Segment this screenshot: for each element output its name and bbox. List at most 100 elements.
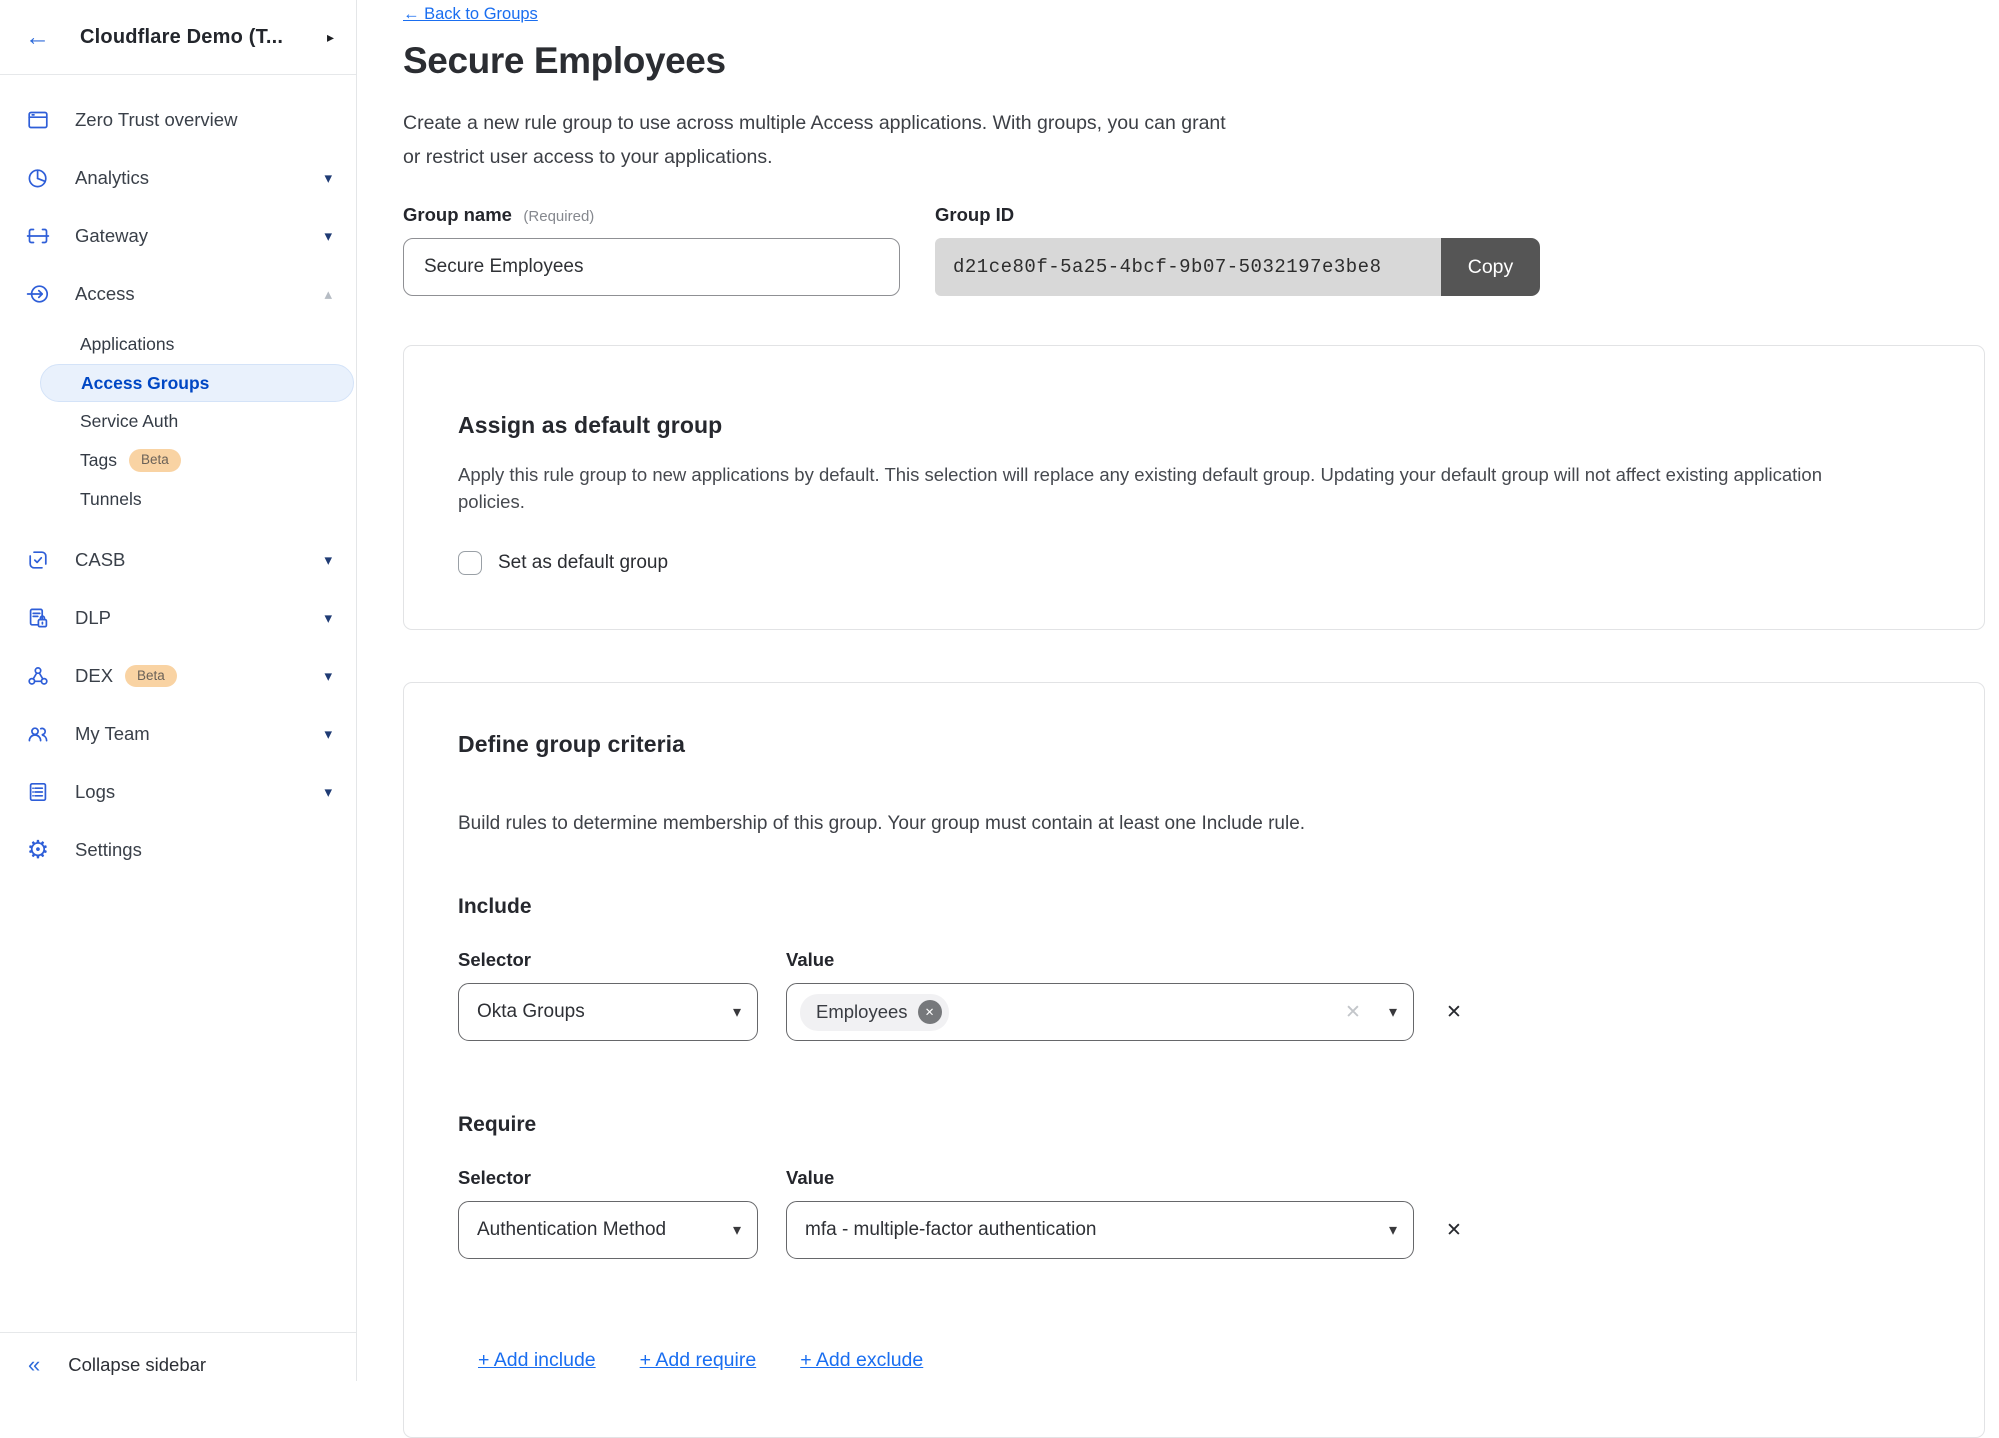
network-nodes-icon xyxy=(25,664,51,688)
sidebar-item-label: Zero Trust overview xyxy=(75,109,237,131)
chevron-down-icon[interactable]: ▾ xyxy=(324,611,332,626)
chevron-down-icon[interactable]: ▾ xyxy=(324,669,332,684)
access-icon xyxy=(25,282,51,306)
sidebar: ← Cloudflare Demo (T... ▸ Zero Trust ove… xyxy=(0,0,357,1381)
add-require-link[interactable]: + Add require xyxy=(640,1349,757,1372)
sidebar-item-label: Access Groups xyxy=(81,373,209,394)
sidebar-item-dlp[interactable]: DLP ▾ xyxy=(0,589,356,647)
gateway-icon xyxy=(25,224,51,248)
value-tag-label: Employees xyxy=(816,1001,908,1023)
collapse-sidebar-icon: « xyxy=(28,1354,40,1376)
pie-chart-icon xyxy=(25,166,51,190)
value-label: Value xyxy=(786,1167,834,1189)
sidebar-item-dex[interactable]: DEX Beta ▾ xyxy=(0,647,356,705)
sidebar-item-access[interactable]: Access ▴ xyxy=(0,265,356,323)
sidebar-item-label: Settings xyxy=(75,839,142,861)
sidebar-item-zero-trust-overview[interactable]: Zero Trust overview xyxy=(0,91,356,149)
add-include-link[interactable]: + Add include xyxy=(478,1349,596,1372)
clear-values-icon[interactable]: ✕ xyxy=(1345,1001,1361,1024)
sidebar-item-tunnels[interactable]: Tunnels xyxy=(0,480,356,519)
page-title: Secure Employees xyxy=(403,40,1985,82)
window-icon xyxy=(25,108,51,132)
chevron-down-icon[interactable]: ▾ xyxy=(324,727,332,742)
page-description-line: or restrict user access to your applicat… xyxy=(403,140,1985,174)
sidebar-item-label: Gateway xyxy=(75,225,148,247)
checkbox-unchecked-icon[interactable] xyxy=(458,551,482,575)
beta-badge: Beta xyxy=(129,449,181,472)
set-default-group-checkbox-row[interactable]: Set as default group xyxy=(458,551,668,575)
add-rule-links: + Add include + Add require + Add exclud… xyxy=(478,1349,1929,1372)
back-to-groups-link[interactable]: ← Back to Groups xyxy=(403,5,538,24)
chevron-down-icon: ▾ xyxy=(1389,1220,1397,1240)
require-selector-dropdown[interactable]: Authentication Method ▾ xyxy=(458,1201,758,1259)
sidebar-item-label: Analytics xyxy=(75,167,149,189)
group-id-text: d21ce80f-5a25-4bcf-9b07-5032197e3be8 xyxy=(953,256,1381,278)
account-name: Cloudflare Demo (T... xyxy=(80,26,327,49)
selected-option: Authentication Method xyxy=(477,1219,666,1241)
require-value-dropdown[interactable]: mfa - multiple-factor authentication ▾ xyxy=(786,1201,1414,1259)
required-hint: (Required) xyxy=(523,208,594,225)
sidebar-item-label: Logs xyxy=(75,781,115,803)
chevron-down-icon: ▾ xyxy=(733,1220,741,1240)
require-rule-row: Authentication Method ▾ mfa - multiple-f… xyxy=(458,1201,1929,1259)
gear-icon: ⚙ xyxy=(25,838,51,862)
remove-tag-icon[interactable]: ✕ xyxy=(918,1000,942,1024)
sidebar-item-settings[interactable]: ⚙ Settings xyxy=(0,821,356,879)
sidebar-item-label: My Team xyxy=(75,723,150,745)
add-exclude-link[interactable]: + Add exclude xyxy=(800,1349,923,1372)
include-rule-row: Okta Groups ▾ Employees ✕ ✕ ▾ ✕ xyxy=(458,983,1929,1041)
include-value-multiselect[interactable]: Employees ✕ ✕ ▾ xyxy=(786,983,1414,1041)
checkbox-label: Set as default group xyxy=(498,552,668,574)
sidebar-item-analytics[interactable]: Analytics ▾ xyxy=(0,149,356,207)
collapse-sidebar-button[interactable]: « Collapse sidebar xyxy=(0,1332,356,1381)
casb-icon xyxy=(25,548,51,572)
sidebar-item-applications[interactable]: Applications xyxy=(0,325,356,364)
include-labels-row: Selector Value xyxy=(458,949,1929,971)
sidebar-item-access-groups[interactable]: Access Groups xyxy=(40,364,354,402)
sidebar-header: ← Cloudflare Demo (T... ▸ xyxy=(0,0,356,75)
sidebar-item-label: Tags xyxy=(80,450,117,471)
sidebar-item-casb[interactable]: CASB ▾ xyxy=(0,531,356,589)
card-title: Define group criteria xyxy=(458,731,1929,758)
chevron-down-icon: ▾ xyxy=(733,1002,741,1022)
sidebar-item-service-auth[interactable]: Service Auth xyxy=(0,402,356,441)
beta-badge: Beta xyxy=(125,665,177,688)
expand-account-icon[interactable]: ▸ xyxy=(327,29,334,46)
sidebar-item-logs[interactable]: Logs ▾ xyxy=(0,763,356,821)
chevron-up-icon[interactable]: ▴ xyxy=(324,287,332,302)
sidebar-item-label: Applications xyxy=(80,334,174,355)
sidebar-item-tags[interactable]: Tags Beta xyxy=(0,441,356,480)
collapse-sidebar-label: Collapse sidebar xyxy=(68,1354,206,1376)
selected-option: mfa - multiple-factor authentication xyxy=(805,1219,1096,1241)
sidebar-item-gateway[interactable]: Gateway ▾ xyxy=(0,207,356,265)
chevron-down-icon[interactable]: ▾ xyxy=(324,785,332,800)
group-name-label: Group name xyxy=(403,204,512,225)
card-description: Apply this rule group to new application… xyxy=(458,461,1878,515)
chevron-down-icon[interactable]: ▾ xyxy=(324,229,332,244)
assign-default-group-card: Assign as default group Apply this rule … xyxy=(403,345,1985,630)
sidebar-item-label: Access xyxy=(75,283,135,305)
back-arrow-icon[interactable]: ← xyxy=(25,25,50,50)
copy-button[interactable]: Copy xyxy=(1441,238,1540,296)
chevron-down-icon[interactable]: ▾ xyxy=(324,553,332,568)
selector-label: Selector xyxy=(458,1167,786,1189)
remove-require-rule-button[interactable]: ✕ xyxy=(1446,1219,1462,1242)
value-tag: Employees ✕ xyxy=(800,994,949,1031)
remove-include-rule-button[interactable]: ✕ xyxy=(1446,1001,1462,1024)
sidebar-item-label: Tunnels xyxy=(80,489,142,510)
sidebar-item-label: CASB xyxy=(75,549,125,571)
page-description: Create a new rule group to use across mu… xyxy=(403,106,1985,174)
sidebar-item-label: DLP xyxy=(75,607,111,629)
group-name-input[interactable] xyxy=(403,238,900,296)
sidebar-item-label: Service Auth xyxy=(80,411,178,432)
sidebar-item-my-team[interactable]: My Team ▾ xyxy=(0,705,356,763)
define-group-criteria-card: Define group criteria Build rules to det… xyxy=(403,682,1985,1438)
group-meta-row: Group name (Required) Group ID d21ce80f-… xyxy=(403,204,1985,296)
chevron-down-icon[interactable]: ▾ xyxy=(324,171,332,186)
people-icon xyxy=(25,722,51,746)
chevron-down-icon: ▾ xyxy=(1389,1002,1397,1022)
selector-label: Selector xyxy=(458,949,786,971)
log-list-icon xyxy=(25,780,51,804)
sidebar-item-label: DEX xyxy=(75,665,113,687)
include-selector-dropdown[interactable]: Okta Groups ▾ xyxy=(458,983,758,1041)
